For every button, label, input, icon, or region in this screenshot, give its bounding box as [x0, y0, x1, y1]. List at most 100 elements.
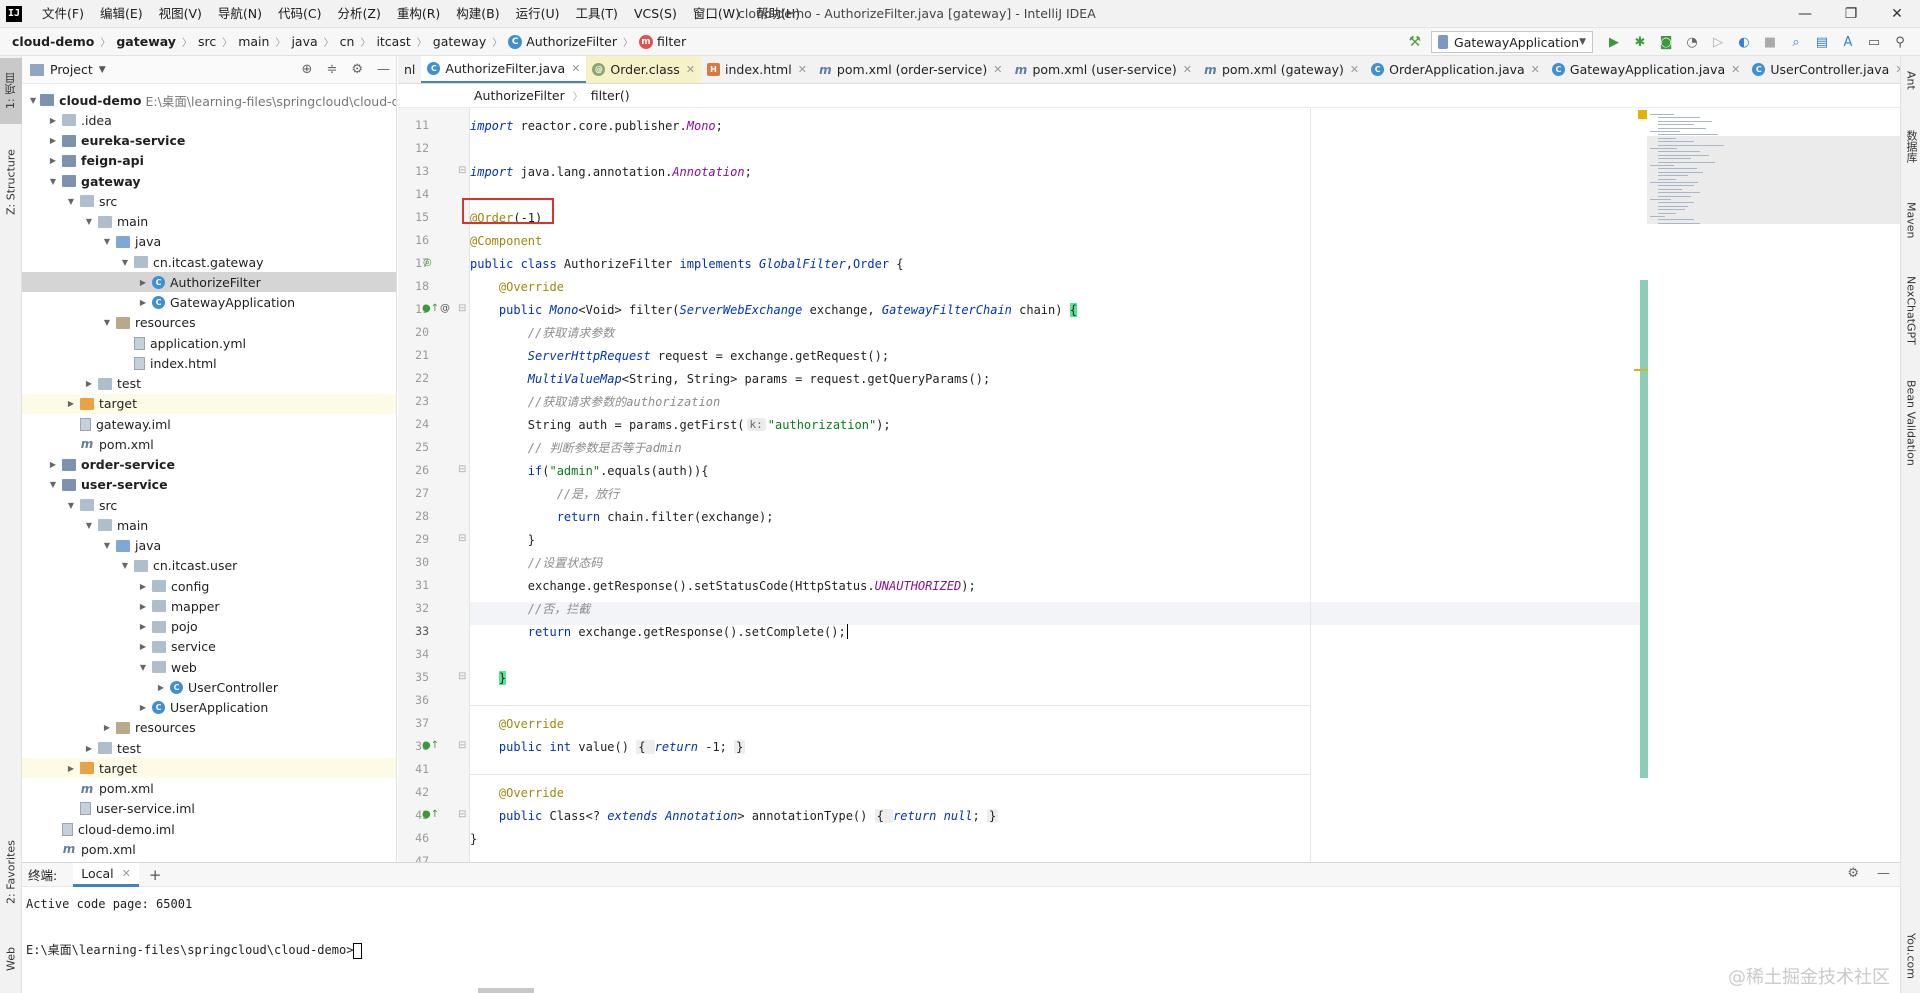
chevron-right-icon[interactable]: ▶ — [156, 683, 166, 692]
implements-marker-icon[interactable]: ●↑ — [422, 303, 439, 314]
menu-item[interactable]: 工具(T) — [568, 0, 626, 28]
tree-item[interactable]: ▶ eureka-service — [22, 131, 396, 151]
editor-tab[interactable]: m pom.xml (order-service) ✕ — [813, 56, 1009, 83]
breadcrumb-item[interactable]: src — [198, 34, 216, 49]
profile-icon[interactable]: ◔ — [1684, 34, 1700, 50]
code-line[interactable]: @Component — [470, 229, 542, 252]
implements-marker-icon[interactable]: ●↑ — [422, 809, 439, 820]
editor-tab[interactable]: Hindex.html ✕ — [701, 56, 813, 83]
code-line[interactable]: if("admin" .equals(auth)){ — [470, 459, 709, 482]
tree-item[interactable]: ▶ C GatewayApplication — [22, 293, 396, 313]
horizontal-scrollbar[interactable] — [478, 988, 534, 993]
chevron-right-icon[interactable]: ▶ — [102, 723, 112, 732]
chevron-right-icon[interactable]: ▶ — [84, 744, 94, 753]
code-line[interactable]: ServerHttpRequest request = exchange.get… — [470, 344, 889, 367]
code-line[interactable]: MultiValueMap <String, String> params = r… — [470, 367, 990, 390]
tree-item[interactable]: ▶ pojo — [22, 617, 396, 637]
tree-item[interactable]: ▶ target — [22, 758, 396, 779]
code-line[interactable]: exchange.getResponse().setStatusCode(Htt… — [470, 574, 976, 597]
gear-icon[interactable]: ⚙ — [351, 62, 363, 77]
chevron-right-icon[interactable]: ▶ — [48, 460, 58, 469]
code-line[interactable]: //是，放行 — [470, 482, 619, 505]
tree-item[interactable]: ▶ mapper — [22, 596, 396, 616]
tree-item[interactable]: ▼ main — [22, 515, 396, 535]
editor-tab[interactable]: CUserController.java✕ — [1746, 56, 1900, 83]
chevron-down-icon[interactable]: ▼ — [120, 561, 130, 570]
tree-item[interactable]: m pom.xml — [22, 779, 396, 799]
menu-item[interactable]: 重构(R) — [389, 0, 448, 28]
breadcrumb-item[interactable]: m filter — [639, 34, 686, 49]
terminal-tab-local[interactable]: Local ✕ — [73, 862, 139, 887]
code-line[interactable]: //否，拦截 — [470, 597, 590, 620]
chevron-right-icon[interactable]: ▶ — [138, 642, 148, 651]
editor-tab[interactable]: C GatewayApplication.java ✕ — [1546, 56, 1746, 83]
editor-crumb-class[interactable]: AuthorizeFilter — [474, 88, 565, 103]
menu-item[interactable]: 导航(N) — [210, 0, 270, 28]
fold-icon[interactable]: ⊟ — [458, 165, 466, 176]
spring-bean-icon[interactable]: ◎ — [423, 257, 432, 268]
chevron-right-icon[interactable]: ▶ — [138, 278, 148, 287]
fold-icon[interactable]: ⊟ — [458, 533, 466, 544]
editor-tab[interactable]: nl — [398, 56, 421, 83]
chevron-right-icon[interactable]: ▶ — [48, 116, 58, 125]
editor-tab[interactable]: @ Order.class ✕ — [586, 56, 702, 83]
tree-item[interactable]: ▶ C AuthorizeFilter — [22, 272, 396, 293]
code-line[interactable]: //获取请求参数的authorization — [470, 390, 720, 413]
chevron-down-icon[interactable]: ▼ — [102, 541, 112, 550]
warning-marker[interactable] — [1634, 369, 1648, 371]
menu-item[interactable]: 视图(V) — [151, 0, 210, 28]
code-line[interactable]: @Override — [470, 781, 564, 804]
fold-icon[interactable]: ⊟ — [458, 464, 466, 475]
chevron-down-icon[interactable]: ▼ — [84, 521, 94, 530]
tree-item[interactable]: ▼ user-service — [22, 475, 396, 495]
implements-marker-icon[interactable]: ●↑ — [422, 740, 439, 751]
tree-item[interactable]: ▼ cn.itcast.user — [22, 556, 396, 576]
chevron-down-icon[interactable]: ▼ — [66, 197, 76, 206]
close-icon[interactable]: ✕ — [1350, 63, 1359, 76]
chevron-down-icon[interactable]: ▼ — [84, 217, 94, 226]
chevron-right-icon[interactable]: ▶ — [138, 602, 148, 611]
chevron-right-icon[interactable]: ▶ — [84, 379, 94, 388]
chevron-right-icon[interactable]: ▶ — [138, 703, 148, 712]
code-editor[interactable]: import reactor.core.publisher. Mono; impor… — [470, 108, 1640, 862]
code-line[interactable]: public class AuthorizeFilter implements … — [470, 252, 904, 275]
tree-item[interactable]: ▼ web — [22, 657, 396, 677]
tree-item[interactable]: ▶ target — [22, 393, 396, 414]
chevron-down-icon[interactable]: ▼ — [120, 258, 130, 267]
close-icon[interactable]: ✕ — [798, 63, 807, 76]
terminal-prompt[interactable]: E:\桌面\learning-files\springcloud\cloud-d… — [26, 941, 363, 959]
chevron-right-icon[interactable]: ▶ — [48, 136, 58, 145]
project-tool-tab[interactable]: 1: 项目 — [0, 58, 22, 124]
code-line[interactable]: public Mono <Void> filter(ServerWebExchan… — [470, 298, 1077, 321]
code-line[interactable]: } — [470, 666, 507, 689]
code-line[interactable]: // 判断参数是否等于admin — [470, 436, 682, 459]
menu-item[interactable]: 编辑(E) — [92, 0, 151, 28]
chevron-down-icon[interactable]: ▼ — [30, 96, 36, 105]
web-tool-tab[interactable]: Web — [0, 934, 22, 984]
code-line[interactable]: public Class<? extends Annotation > annot… — [470, 804, 999, 827]
tree-item[interactable]: ▶ resources — [22, 718, 396, 738]
chevron-right-icon[interactable]: ▶ — [138, 298, 148, 307]
hide-panel-icon[interactable]: — — [377, 62, 390, 77]
tree-item[interactable]: cloud-demo.iml — [22, 819, 396, 839]
collapse-all-icon[interactable]: ≑ — [326, 62, 337, 77]
warning-icon[interactable] — [1638, 110, 1647, 119]
add-terminal-icon[interactable]: + — [149, 866, 162, 884]
code-line[interactable]: } — [470, 827, 477, 850]
code-line[interactable]: public int value() { return -1; } — [470, 735, 746, 758]
database-tool-tab[interactable]: 数据库 — [1901, 116, 1920, 176]
fold-icon[interactable]: ⊟ — [458, 303, 466, 314]
code-line[interactable]: String auth = params.getFirst(k: "authori… — [470, 413, 891, 436]
run-icon[interactable]: ▶ — [1606, 34, 1622, 50]
tree-item[interactable]: ▶ C UserController — [22, 677, 396, 697]
tree-item[interactable]: ▶ config — [22, 576, 396, 596]
tree-item[interactable]: ▶ test — [22, 374, 396, 394]
editor-tab[interactable]: m pom.xml (user-service) ✕ — [1008, 56, 1197, 83]
menu-item[interactable]: 代码(C) — [270, 0, 329, 28]
build-hammer-icon[interactable]: ⚒ — [1408, 34, 1421, 50]
tree-item[interactable]: ▼ cloud-demo E:\桌面\learning-files\springcl… — [22, 90, 396, 110]
code-line[interactable]: import java.lang.annotation. Annotation; — [470, 160, 752, 183]
tree-item[interactable]: ▼ main — [22, 212, 396, 232]
code-line[interactable]: //设置状态码 — [470, 551, 602, 574]
code-line[interactable]: return exchange.getResponse().setComplet… — [470, 620, 848, 643]
